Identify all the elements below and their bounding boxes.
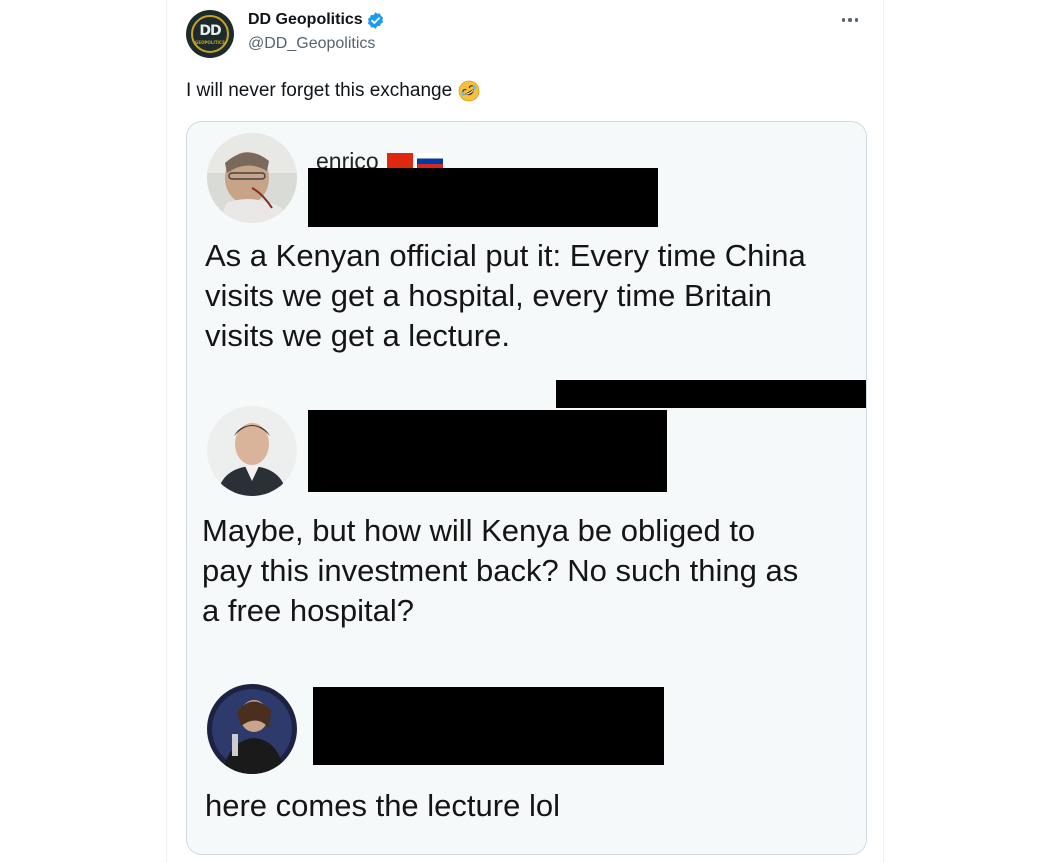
more-dot [848,18,852,22]
tweet-text-content: I will never forget this exchange [186,80,453,101]
commenter-avatar-3 [207,684,297,774]
avatar-logo-subtext: GEOPOLITICS [195,40,225,45]
redaction-bar [308,168,658,227]
avatar-logo-text: DD [199,23,221,39]
commenter-avatar-2 [207,406,297,496]
tweet-text: I will never forget this exchange [186,80,480,102]
tweet-media-image[interactable]: enrico As a Kenyan official put it: Ever… [186,121,867,855]
author-handle[interactable]: @DD_Geopolitics [248,35,375,53]
redaction-bar [308,410,667,492]
rolling-on-floor-laughing-emoji [458,80,480,102]
comment-text-2: Maybe, but how will Kenya be obliged to … [202,513,799,628]
author-avatar[interactable]: DD GEOPOLITICS [186,10,234,58]
tweet-column: DD GEOPOLITICS DD Geopolitics @DD_Geopol… [166,0,884,863]
author-display-name[interactable]: DD Geopolitics [248,11,363,29]
redaction-bar [556,380,866,408]
redaction-bar [313,687,664,765]
comment-text-1: As a Kenyan official put it: Every time … [205,238,806,353]
more-dot [841,18,846,22]
comment-text-3: here comes the lecture lol [205,788,560,823]
author-name-row[interactable]: DD Geopolitics [248,10,385,30]
verified-badge-icon[interactable] [366,11,385,30]
more-options-icon[interactable] [837,10,863,30]
more-dot [854,18,859,22]
commenter-avatar-1 [207,133,297,223]
screenshot-content: enrico As a Kenyan official put it: Ever… [187,122,866,854]
